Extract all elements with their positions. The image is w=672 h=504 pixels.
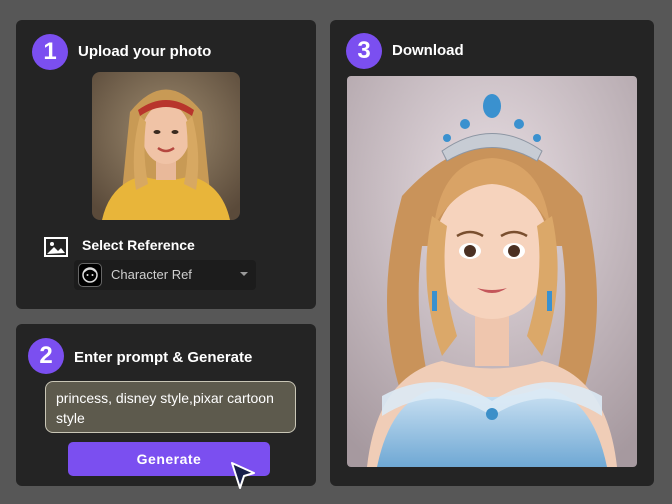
- generated-result-image[interactable]: [347, 76, 637, 467]
- prompt-title: Enter prompt & Generate: [74, 349, 253, 366]
- select-reference-label: Select Reference: [82, 237, 195, 253]
- cursor-arrow-icon: [231, 462, 255, 489]
- uploaded-photo[interactable]: [92, 72, 240, 220]
- step-number-3: 3: [346, 33, 382, 69]
- download-panel: 3 Download: [330, 20, 654, 486]
- character-ref-avatar: [78, 263, 102, 287]
- caret-down-icon: [240, 272, 248, 276]
- upload-panel: 1 Upload your photo Select Reference Cha…: [16, 20, 316, 309]
- step-number-2: 2: [28, 338, 64, 374]
- prompt-input[interactable]: princess, disney style,pixar cartoon sty…: [45, 381, 296, 433]
- upload-title: Upload your photo: [78, 43, 212, 60]
- download-title: Download: [392, 42, 464, 59]
- dropdown-selected-value: Character Ref: [111, 267, 192, 282]
- image-icon: [44, 237, 68, 257]
- reference-dropdown[interactable]: Character Ref: [74, 260, 256, 290]
- step-number-1: 1: [32, 34, 68, 70]
- prompt-panel: 2 Enter prompt & Generate princess, disn…: [16, 324, 316, 489]
